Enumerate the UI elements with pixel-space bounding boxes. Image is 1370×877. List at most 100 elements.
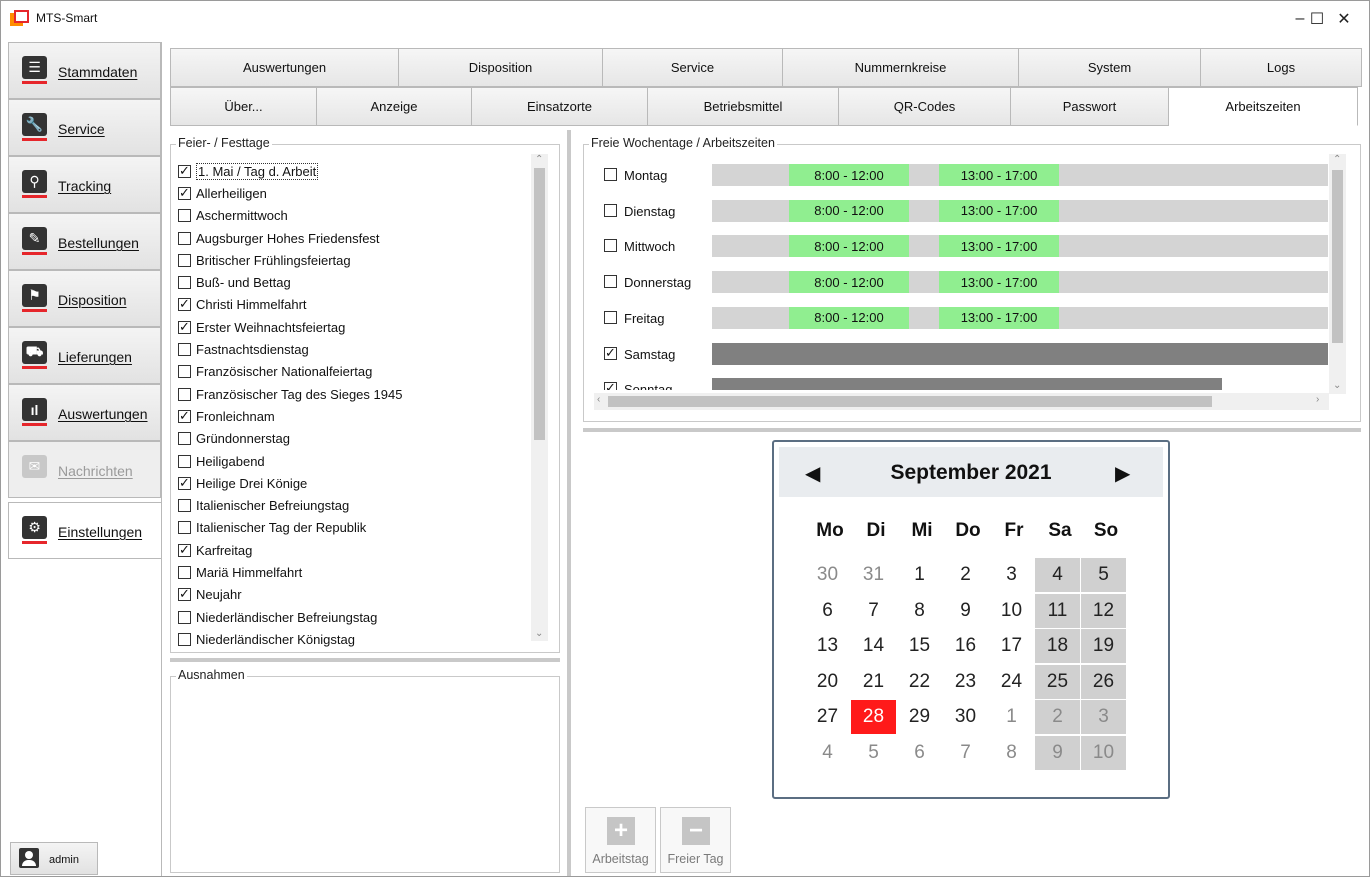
calendar-day[interactable]: 3: [989, 558, 1034, 592]
scroll-down-icon[interactable]: ⌄: [535, 628, 543, 639]
holiday-checkbox[interactable]: [178, 499, 191, 513]
tab-arbeitszeiten[interactable]: Arbeitszeiten: [1169, 87, 1358, 126]
calendar-day[interactable]: 11: [1035, 593, 1080, 628]
calendar-day[interactable]: 7: [943, 736, 988, 770]
holiday-checkbox[interactable]: [178, 231, 191, 245]
tab-passwort[interactable]: Passwort: [1011, 87, 1169, 126]
holiday-item[interactable]: Französischer Tag des Sieges 1945: [178, 383, 548, 405]
tab-auswertungen[interactable]: Auswertungen: [170, 48, 399, 87]
holiday-item[interactable]: Fronleichnam: [178, 405, 548, 427]
sidebar-item-nachrichten[interactable]: ✉ Nachrichten: [8, 441, 161, 498]
tab-nummernkreise[interactable]: Nummernkreise: [783, 48, 1019, 87]
close-button[interactable]: ✕: [1324, 1, 1364, 37]
holiday-checkbox[interactable]: [178, 319, 191, 335]
calendar-day[interactable]: 22: [897, 665, 942, 699]
worktime-slot[interactable]: 13:00 - 17:00: [939, 199, 1059, 222]
scrollbar-thumb[interactable]: [1332, 170, 1343, 343]
holiday-checkbox[interactable]: [178, 475, 191, 491]
holiday-checkbox[interactable]: [178, 432, 191, 446]
holiday-checkbox[interactable]: [178, 521, 191, 535]
holiday-item[interactable]: Britischer Frühlingsfeiertag: [178, 249, 548, 271]
holiday-item[interactable]: Allerheiligen: [178, 182, 548, 204]
holiday-checkbox[interactable]: [178, 454, 191, 468]
calendar-day[interactable]: 2: [943, 558, 988, 592]
scroll-down-icon[interactable]: ⌄: [1333, 380, 1341, 391]
holiday-item[interactable]: Augsburger Hohes Friedensfest: [178, 227, 548, 249]
calendar-day[interactable]: 31: [851, 558, 896, 592]
weekday-checkbox[interactable]: [604, 310, 617, 324]
holiday-item[interactable]: Buß- und Bettag: [178, 271, 548, 293]
holiday-item[interactable]: Niederländischer Königstag: [178, 628, 548, 650]
holiday-checkbox[interactable]: [178, 565, 191, 579]
sidebar-item-stammdaten[interactable]: ☰ Stammdaten: [8, 42, 161, 99]
calendar-day[interactable]: 27: [805, 700, 850, 734]
tab-service[interactable]: Service: [603, 48, 783, 87]
holiday-checkbox[interactable]: [178, 253, 191, 267]
sidebar-item-service[interactable]: 🔧 Service: [8, 99, 161, 156]
weekday-checkbox[interactable]: [604, 203, 617, 217]
worktime-bar[interactable]: 8:00 - 12:00 13:00 - 17:00: [712, 306, 1328, 329]
holiday-item[interactable]: Italienischer Befreiungstag: [178, 494, 548, 516]
worktime-slot[interactable]: 8:00 - 12:00: [789, 271, 909, 294]
calendar-day[interactable]: 16: [943, 629, 988, 663]
scrollbar-thumb[interactable]: [534, 168, 545, 440]
holiday-item[interactable]: Heilige Drei Könige: [178, 472, 548, 494]
sidebar-item-einstellungen[interactable]: ⚙ Einstellungen: [8, 502, 162, 559]
weekday-checkbox[interactable]: [604, 380, 617, 391]
calendar-day[interactable]: 19: [1081, 629, 1126, 663]
calendar-day[interactable]: 21: [851, 665, 896, 699]
holiday-checkbox[interactable]: [178, 163, 191, 179]
calendar-day[interactable]: 4: [1035, 558, 1080, 592]
worktime-slot[interactable]: 13:00 - 17:00: [939, 306, 1059, 329]
worktime-bar[interactable]: 8:00 - 12:00 13:00 - 17:00: [712, 199, 1328, 222]
add-workday-button[interactable]: + Arbeitstag: [585, 807, 656, 873]
calendar-day[interactable]: 1: [989, 700, 1034, 734]
worktime-slot[interactable]: 8:00 - 12:00: [789, 199, 909, 222]
scroll-up-icon[interactable]: ⌃: [1333, 154, 1341, 165]
worktime-bar[interactable]: 8:00 - 12:00 13:00 - 17:00: [712, 235, 1328, 258]
holiday-checkbox[interactable]: [178, 632, 191, 646]
holiday-item[interactable]: Heiligabend: [178, 450, 548, 472]
calendar-day[interactable]: 15: [897, 629, 942, 663]
tab-qr-codes[interactable]: QR-Codes: [839, 87, 1011, 126]
holiday-item[interactable]: Erster Weihnachtsfeiertag: [178, 316, 548, 338]
holiday-checkbox[interactable]: [178, 408, 191, 424]
calendar-day[interactable]: 14: [851, 629, 896, 663]
calendar-day[interactable]: 30: [805, 558, 850, 592]
tab-anzeige[interactable]: Anzeige: [317, 87, 472, 126]
calendar-day[interactable]: 20: [805, 665, 850, 699]
calendar-day[interactable]: 10: [1081, 735, 1126, 770]
worktime-slot[interactable]: 13:00 - 17:00: [939, 235, 1059, 258]
sidebar-item-bestellungen[interactable]: ✎ Bestellungen: [8, 213, 161, 270]
calendar-day[interactable]: 6: [805, 594, 850, 628]
holiday-checkbox[interactable]: [178, 343, 191, 357]
worktime-bar[interactable]: 8:00 - 12:00 13:00 - 17:00: [712, 164, 1328, 186]
calendar-day[interactable]: 6: [897, 736, 942, 770]
worktime-slot[interactable]: 13:00 - 17:00: [939, 271, 1059, 294]
holiday-item[interactable]: Christi Himmelfahrt: [178, 294, 548, 316]
worktime-slot[interactable]: 13:00 - 17:00: [939, 164, 1059, 186]
calendar-day[interactable]: 8: [989, 736, 1034, 770]
holiday-checkbox[interactable]: [178, 387, 191, 401]
calendar-day[interactable]: 13: [805, 629, 850, 663]
splitter-horizontal-left[interactable]: [170, 658, 560, 662]
calendar-day[interactable]: 1: [897, 558, 942, 592]
sidebar-item-auswertungen[interactable]: ıl Auswertungen: [8, 384, 161, 441]
calendar-day[interactable]: 5: [851, 736, 896, 770]
calendar-day[interactable]: 2: [1035, 700, 1080, 734]
holiday-item[interactable]: Gründonnerstag: [178, 428, 548, 450]
holiday-item[interactable]: Italienischer Tag der Republik: [178, 517, 548, 539]
calendar-day[interactable]: 30: [943, 700, 988, 734]
worktime-slot[interactable]: 8:00 - 12:00: [789, 235, 909, 258]
weekday-checkbox[interactable]: [604, 239, 617, 253]
holiday-checkbox[interactable]: [178, 542, 191, 558]
scroll-up-icon[interactable]: ⌃: [535, 154, 543, 165]
holiday-item[interactable]: Aschermittwoch: [178, 205, 548, 227]
calendar-day[interactable]: 23: [943, 665, 988, 699]
worktime-bar[interactable]: 8:00 - 12:00 13:00 - 17:00: [712, 271, 1328, 294]
calendar-day[interactable]: 3: [1081, 700, 1126, 734]
weekdays-hscrollbar[interactable]: ‹ ›: [594, 393, 1329, 410]
scrollbar-thumb[interactable]: [608, 396, 1212, 407]
splitter-horizontal-right[interactable]: [583, 428, 1361, 432]
sidebar-item-tracking[interactable]: ⚲ Tracking: [8, 156, 161, 213]
